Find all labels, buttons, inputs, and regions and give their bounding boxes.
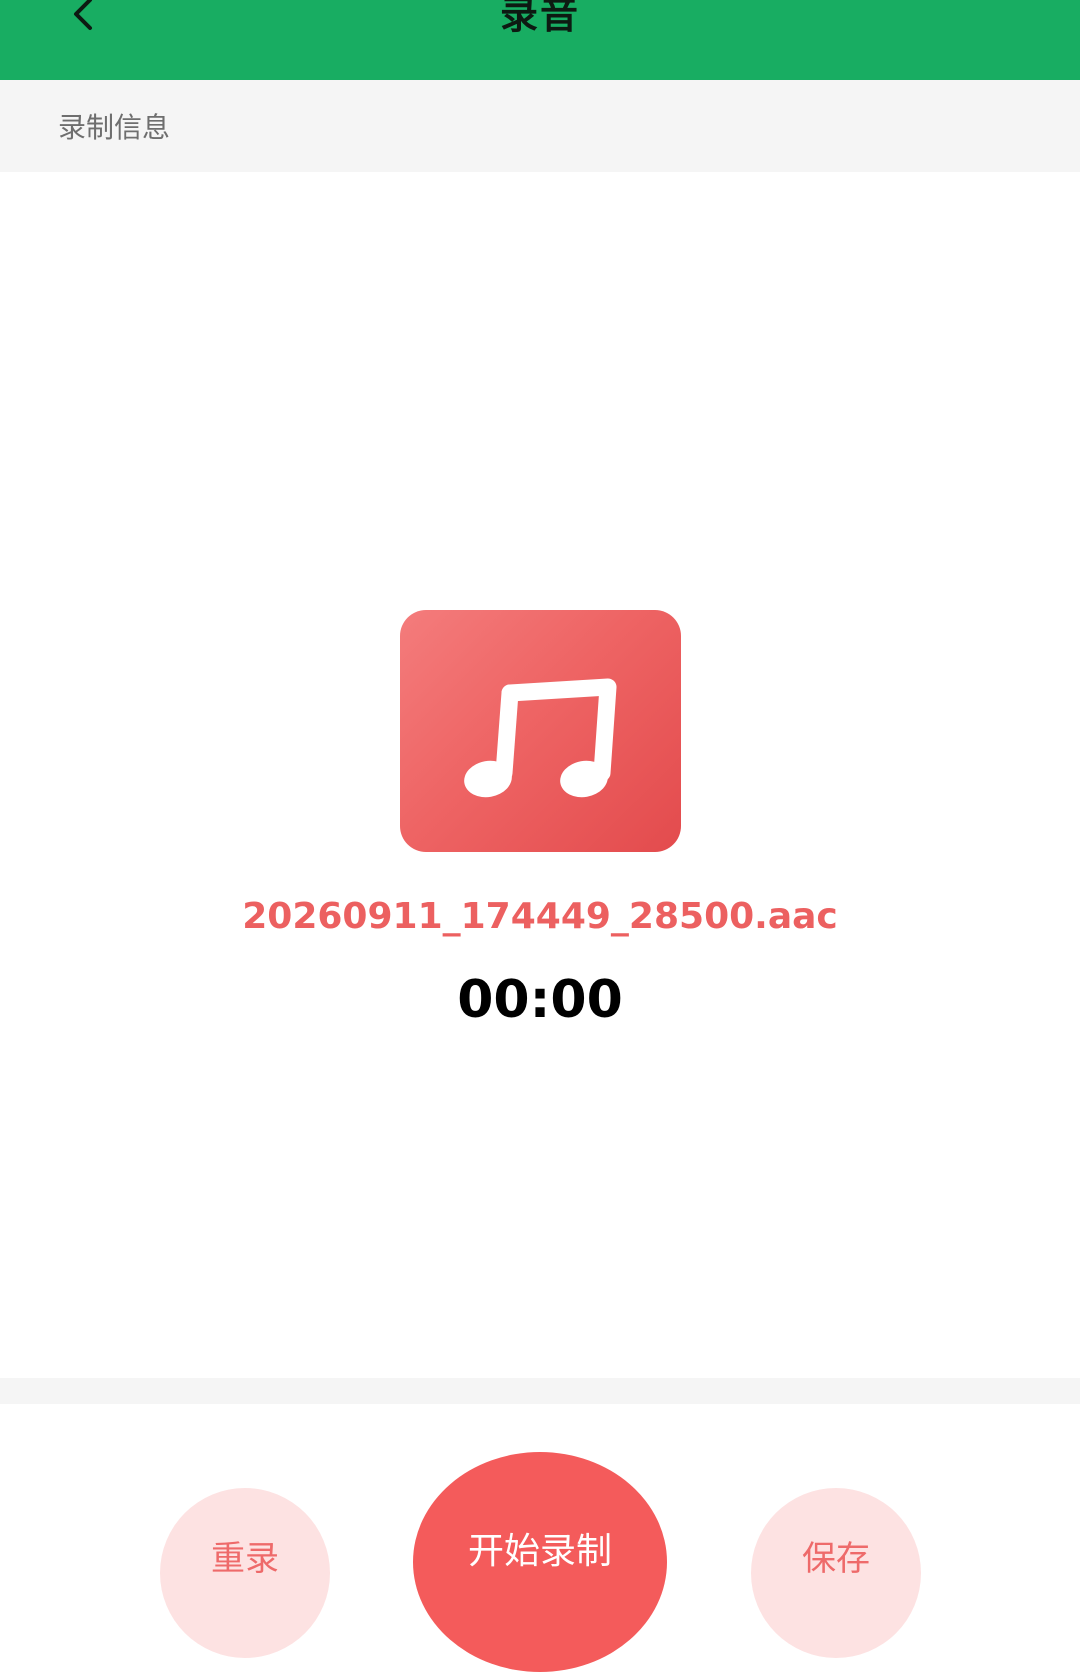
page-title: 录音 — [499, 0, 580, 37]
info-bar-label: 录制信息 — [58, 111, 171, 144]
recording-timer: 00:00 — [457, 970, 623, 1030]
info-bar: 录制信息 — [0, 80, 1080, 172]
rerecord-button-label: 重录 — [211, 1538, 279, 1579]
app-header: 录音 — [0, 0, 1080, 80]
audio-file-thumbnail — [400, 610, 681, 852]
save-button-label: 保存 — [802, 1538, 870, 1579]
start-recording-button[interactable]: 开始录制 — [413, 1452, 667, 1672]
section-divider — [0, 1378, 1080, 1404]
start-recording-button-label: 开始录制 — [467, 1531, 612, 1572]
save-button[interactable]: 保存 — [751, 1488, 921, 1658]
recording-filename: 20260911_174449_28500.aac — [242, 896, 838, 937]
rerecord-button[interactable]: 重录 — [160, 1488, 330, 1658]
music-note-icon — [463, 678, 616, 798]
